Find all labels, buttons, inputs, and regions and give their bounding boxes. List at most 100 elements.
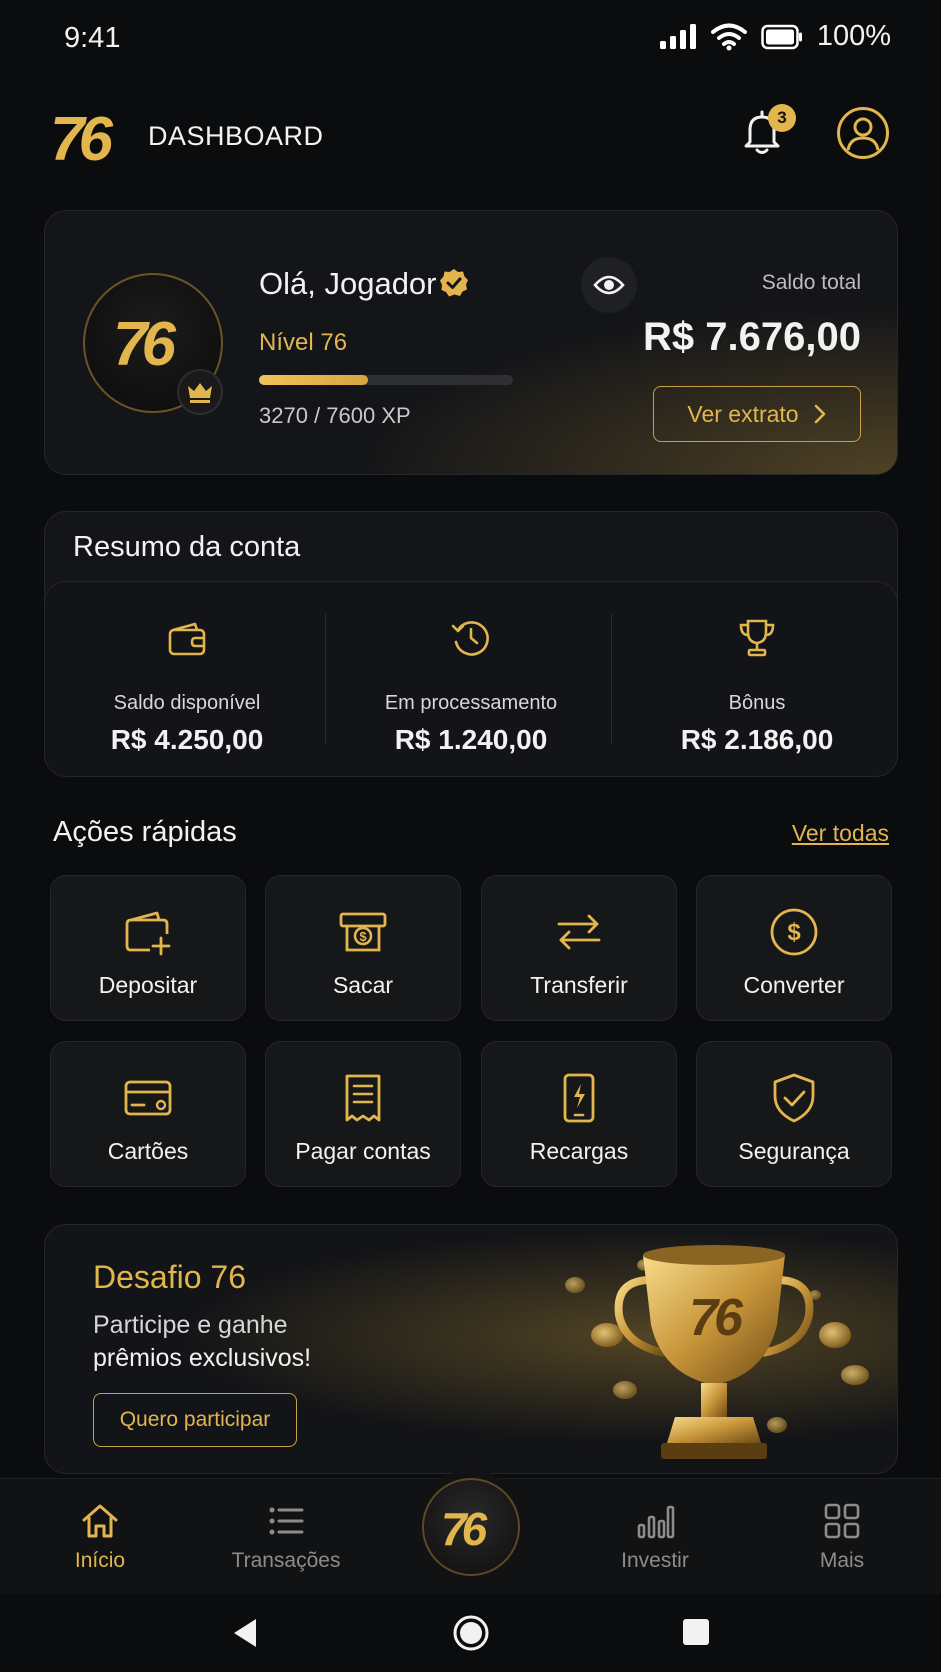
wifi-icon bbox=[710, 23, 747, 51]
divider bbox=[325, 614, 326, 744]
view-statement-button[interactable]: Ver extrato bbox=[653, 386, 861, 442]
nav-more[interactable]: Mais bbox=[772, 1501, 912, 1573]
action-label: Transferir bbox=[530, 972, 628, 998]
account-summary-card: Resumo da conta Saldo disponível R$ 4.25… bbox=[44, 511, 898, 777]
stat-processing[interactable]: Em processamento R$ 1.240,00 bbox=[329, 582, 613, 778]
grid-icon bbox=[822, 1501, 862, 1541]
recents-icon[interactable] bbox=[681, 1617, 711, 1647]
page-title: DASHBOARD bbox=[148, 121, 324, 151]
greeting: Olá, Jogador bbox=[259, 266, 437, 301]
battery-text: 100% bbox=[816, 20, 891, 52]
action-label: Segurança bbox=[738, 1138, 850, 1164]
cash-withdraw-icon: $ bbox=[337, 906, 389, 958]
back-icon[interactable] bbox=[230, 1616, 260, 1650]
challenge-banner[interactable]: Desafio 76 Participe e ganhe prêmios exc… bbox=[44, 1224, 898, 1474]
divider bbox=[611, 614, 612, 744]
nav-label: Transações bbox=[231, 1549, 341, 1572]
summary-stats: Saldo disponível R$ 4.250,00 Em processa… bbox=[44, 581, 898, 777]
stat-value: R$ 1.240,00 bbox=[394, 724, 548, 755]
action-label: Pagar contas bbox=[295, 1138, 431, 1164]
trophy-label: 76 bbox=[689, 1289, 744, 1347]
system-navigation-bar bbox=[0, 1594, 941, 1672]
status-bar: 9:41 100% bbox=[0, 0, 941, 80]
stat-bonus[interactable]: Bônus R$ 2.186,00 bbox=[615, 582, 899, 778]
trophy-illustration: 76 bbox=[515, 1225, 897, 1473]
profile-card: 76 Olá, Jogador Nível 76 3270 / 7600 XP … bbox=[44, 210, 898, 475]
app-header: 76 DASHBOARD 3 bbox=[0, 96, 941, 176]
see-all-link[interactable]: Ver todas bbox=[792, 820, 889, 847]
list-icon bbox=[266, 1501, 306, 1541]
eye-icon bbox=[593, 271, 625, 299]
participate-button[interactable]: Quero participar bbox=[93, 1393, 297, 1447]
nav-invest[interactable]: Investir bbox=[585, 1501, 725, 1573]
app-logo[interactable]: 76 bbox=[50, 104, 113, 175]
action-transfer[interactable]: Transferir bbox=[481, 875, 677, 1021]
profile-button[interactable] bbox=[836, 106, 890, 160]
xp-text: 3270 / 7600 XP bbox=[259, 403, 411, 428]
action-label: Converter bbox=[743, 972, 845, 998]
action-top-ups[interactable]: Recargas bbox=[481, 1041, 677, 1187]
action-label: Recargas bbox=[529, 1138, 629, 1164]
xp-progress-fill bbox=[259, 375, 369, 385]
toggle-balance-visibility-button[interactable] bbox=[581, 257, 637, 313]
status-time: 9:41 bbox=[64, 22, 121, 54]
nav-home[interactable]: Início bbox=[30, 1501, 170, 1573]
verified-icon bbox=[438, 267, 470, 299]
stat-label: Saldo disponível bbox=[113, 692, 261, 714]
crown-badge bbox=[177, 369, 223, 415]
dollar-coin-icon: $ bbox=[768, 906, 820, 958]
balance-value: R$ 7.676,00 bbox=[643, 315, 861, 359]
home-icon bbox=[80, 1501, 120, 1541]
svg-text:$: $ bbox=[359, 929, 367, 944]
banner-subtitle-strong: prêmios exclusivos! bbox=[93, 1344, 312, 1372]
action-label: Depositar bbox=[98, 972, 198, 998]
quick-actions-title: Ações rápidas bbox=[53, 816, 237, 848]
battery-icon bbox=[761, 24, 803, 50]
action-withdraw[interactable]: $ Sacar bbox=[265, 875, 461, 1021]
stat-value: R$ 2.186,00 bbox=[680, 724, 834, 755]
phone-charge-icon bbox=[553, 1072, 605, 1124]
nav-transactions[interactable]: Transações bbox=[216, 1501, 356, 1573]
clock-history-icon bbox=[449, 616, 493, 660]
notification-badge: 3 bbox=[768, 104, 796, 132]
status-icons: 100% bbox=[659, 20, 891, 53]
transfer-arrows-icon bbox=[553, 906, 605, 958]
trophy-icon bbox=[735, 616, 779, 660]
action-deposit[interactable]: Depositar bbox=[50, 875, 246, 1021]
level-label: Nível 76 bbox=[259, 329, 348, 356]
wallet-plus-icon bbox=[122, 906, 174, 958]
shield-check-icon bbox=[768, 1072, 820, 1124]
nav-center-logo-button[interactable]: 76 bbox=[422, 1478, 520, 1576]
receipt-icon bbox=[337, 1072, 389, 1124]
action-security[interactable]: Segurança bbox=[696, 1041, 892, 1187]
user-icon bbox=[836, 106, 890, 160]
action-convert[interactable]: $ Converter bbox=[696, 875, 892, 1021]
action-pay-bills[interactable]: Pagar contas bbox=[265, 1041, 461, 1187]
action-label: Cartões bbox=[107, 1138, 189, 1164]
crown-icon bbox=[179, 371, 221, 413]
signal-icon bbox=[659, 23, 697, 50]
wallet-icon bbox=[165, 616, 209, 660]
chevron-right-icon bbox=[813, 403, 827, 425]
xp-progress-bar bbox=[259, 375, 513, 385]
stat-available-balance[interactable]: Saldo disponível R$ 4.250,00 bbox=[45, 582, 329, 778]
avatar-logo: 76 bbox=[113, 310, 176, 379]
nav-label: Investir bbox=[621, 1549, 689, 1572]
home-circle-icon[interactable] bbox=[452, 1614, 490, 1652]
credit-card-icon bbox=[122, 1072, 174, 1124]
stat-value: R$ 4.250,00 bbox=[110, 724, 264, 755]
stat-label: Em processamento bbox=[384, 692, 558, 714]
action-cards[interactable]: Cartões bbox=[50, 1041, 246, 1187]
banner-title: Desafio 76 bbox=[93, 1259, 246, 1295]
stat-label: Bônus bbox=[728, 692, 786, 714]
banner-subtitle: Participe e ganhe bbox=[93, 1311, 288, 1339]
action-label: Sacar bbox=[332, 972, 394, 998]
bar-chart-icon bbox=[635, 1501, 675, 1541]
view-statement-label: Ver extrato bbox=[687, 400, 799, 427]
summary-title: Resumo da conta bbox=[73, 531, 301, 563]
nav-label: Mais bbox=[819, 1549, 865, 1572]
nav-label: Início bbox=[74, 1549, 126, 1572]
center-logo: 76 bbox=[441, 1503, 487, 1555]
svg-text:$: $ bbox=[787, 919, 801, 946]
balance-label: Saldo total bbox=[761, 271, 861, 294]
